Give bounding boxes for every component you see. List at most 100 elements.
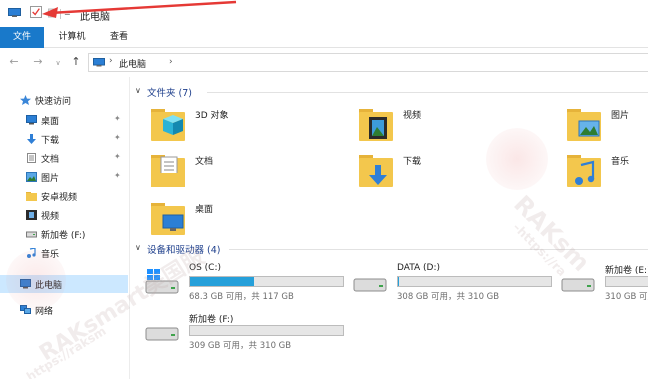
- pin-icon[interactable]: ✦: [114, 133, 121, 142]
- pin-icon[interactable]: ✦: [114, 152, 121, 161]
- nav-this-pc[interactable]: 此电脑: [0, 275, 128, 293]
- folder-name: 图片: [611, 111, 630, 121]
- forward-arrow-icon[interactable]: →: [32, 56, 44, 68]
- nav-item-drive-f[interactable]: 新加卷 (F:): [0, 225, 128, 243]
- drive-f[interactable]: 新加卷 (F:) 309 GB 可用，共 310 GB: [145, 312, 345, 352]
- nav-item-label: 下载: [41, 136, 60, 146]
- drive-name: DATA (D:): [397, 263, 441, 273]
- nav-item-label: 文档: [41, 155, 60, 165]
- drive-name: 新加卷 (F:): [189, 315, 234, 325]
- drive-usage-fill: [190, 277, 254, 286]
- drive-name: 新加卷 (E:): [605, 266, 648, 276]
- nav-item-music[interactable]: 音乐: [0, 244, 128, 262]
- network-icon: [20, 305, 31, 314]
- drive-usage-bar: [189, 276, 344, 287]
- pin-icon[interactable]: ✦: [114, 171, 121, 180]
- star-icon: [20, 95, 31, 105]
- drive-free-space: 68.3 GB 可用，共 117 GB: [189, 292, 294, 302]
- tab-view[interactable]: 查看: [104, 27, 134, 48]
- drives-group-header[interactable]: ∨ 设备和驱动器 (4): [131, 242, 648, 256]
- nav-network-label: 网络: [35, 307, 54, 317]
- drive-name: OS (C:): [189, 263, 221, 273]
- drive-icon: [561, 278, 595, 292]
- documents-folder-icon: [151, 155, 185, 187]
- folder-desktop[interactable]: 桌面: [151, 199, 301, 243]
- drive-usage-bar: [397, 276, 552, 287]
- document-icon: [27, 153, 36, 163]
- nav-network[interactable]: 网络: [0, 301, 128, 319]
- video-icon: [26, 210, 37, 220]
- folder-videos[interactable]: 视频: [359, 105, 509, 149]
- nav-item-label: 视频: [41, 212, 60, 222]
- nav-item-label: 音乐: [41, 250, 60, 260]
- quick-access-separator: [60, 9, 61, 19]
- nav-item-label: 桌面: [41, 117, 60, 127]
- breadcrumb-this-pc[interactable]: 此电脑: [119, 57, 146, 70]
- title-bar: = 此电脑: [0, 0, 648, 27]
- pictures-folder-icon: [567, 109, 601, 141]
- drive-c[interactable]: OS (C:) 68.3 GB 可用，共 117 GB: [145, 263, 345, 303]
- nav-item-downloads[interactable]: 下载 ✦: [0, 130, 128, 148]
- tab-file[interactable]: 文件: [0, 27, 44, 48]
- customize-quick-access-icon[interactable]: =: [64, 10, 71, 18]
- nav-item-label: 图片: [41, 174, 60, 184]
- 3d-objects-icon: [151, 109, 185, 141]
- checkmark-icon: [32, 8, 40, 16]
- ribbon-tabs: 文件 计算机 查看: [0, 27, 648, 48]
- drive-usage-bar: [189, 325, 344, 336]
- drive-usage-fill: [398, 277, 399, 286]
- properties-quick-access-button[interactable]: [30, 6, 42, 18]
- downloads-folder-icon: [359, 155, 393, 187]
- nav-item-documents[interactable]: 文档 ✦: [0, 149, 128, 167]
- group-divider: [207, 92, 648, 93]
- up-arrow-icon[interactable]: ↑: [70, 56, 82, 68]
- folder-documents[interactable]: 文档: [151, 151, 301, 195]
- collapse-chevron-icon[interactable]: ∨: [135, 86, 141, 95]
- drive-icon: [26, 231, 37, 238]
- music-icon: [27, 248, 36, 258]
- collapse-chevron-icon[interactable]: ∨: [135, 243, 141, 252]
- navigation-pane: 快速访问 桌面 ✦ 下载 ✦ 文档 ✦ 图片 ✦ 安卓视频 视频 新加卷 (F:…: [0, 77, 128, 379]
- address-toolbar: ← → ∨ ↑ › 此电脑 ›: [0, 48, 648, 77]
- breadcrumb-separator-icon[interactable]: ›: [109, 56, 113, 66]
- folder-pictures[interactable]: 图片: [567, 105, 648, 149]
- address-bar[interactable]: › 此电脑 ›: [88, 53, 648, 72]
- window-title: 此电脑: [80, 12, 110, 23]
- desktop-folder-icon: [151, 203, 185, 235]
- group-divider: [229, 249, 648, 250]
- folders-group-header[interactable]: ∨ 文件夹 (7): [131, 85, 648, 99]
- breadcrumb-chevron-icon[interactable]: ›: [169, 57, 173, 67]
- drive-free-space: 308 GB 可用，共 310 GB: [397, 292, 500, 302]
- folder-3d-objects[interactable]: 3D 对象: [151, 105, 301, 149]
- nav-item-pictures[interactable]: 图片 ✦: [0, 168, 128, 186]
- tab-computer[interactable]: 计算机: [52, 27, 92, 48]
- videos-folder-icon: [359, 109, 393, 141]
- drive-d[interactable]: DATA (D:) 308 GB 可用，共 310 GB: [353, 263, 553, 303]
- nav-item-android-videos[interactable]: 安卓视频: [0, 187, 128, 205]
- new-folder-quick-access-icon[interactable]: [48, 8, 56, 18]
- this-pc-icon: [20, 279, 31, 289]
- nav-item-videos[interactable]: 视频: [0, 206, 128, 224]
- drive-e[interactable]: 新加卷 (E:) 310 GB 可用，共 310 GB: [561, 263, 648, 303]
- nav-this-pc-label: 此电脑: [35, 281, 63, 291]
- this-pc-icon: [93, 58, 105, 67]
- folder-music[interactable]: 音乐: [567, 151, 648, 195]
- folder-name: 下载: [403, 157, 422, 167]
- folder-downloads[interactable]: 下载: [359, 151, 509, 195]
- desktop-icon: [26, 115, 37, 125]
- navigation-pane-divider[interactable]: [129, 77, 130, 379]
- recent-locations-chevron-icon[interactable]: ∨: [52, 57, 64, 69]
- nav-quick-access[interactable]: 快速访问: [0, 91, 128, 109]
- nav-item-label: 新加卷 (F:): [41, 231, 86, 241]
- nav-item-label: 安卓视频: [41, 193, 78, 203]
- content-pane: ∨ 文件夹 (7) 3D 对象 视频 图片 文档 下载 音乐 桌面 ∨ 设备和驱…: [131, 77, 648, 379]
- drive-icon: [145, 327, 179, 341]
- back-arrow-icon[interactable]: ←: [8, 56, 20, 68]
- pin-icon[interactable]: ✦: [114, 114, 121, 123]
- music-folder-icon: [567, 155, 601, 187]
- folder-icon: [26, 192, 37, 201]
- nav-quick-access-label: 快速访问: [35, 97, 72, 107]
- nav-item-desktop[interactable]: 桌面 ✦: [0, 111, 128, 129]
- folder-name: 文档: [195, 157, 214, 167]
- drives-group-title: 设备和驱动器 (4): [147, 245, 221, 256]
